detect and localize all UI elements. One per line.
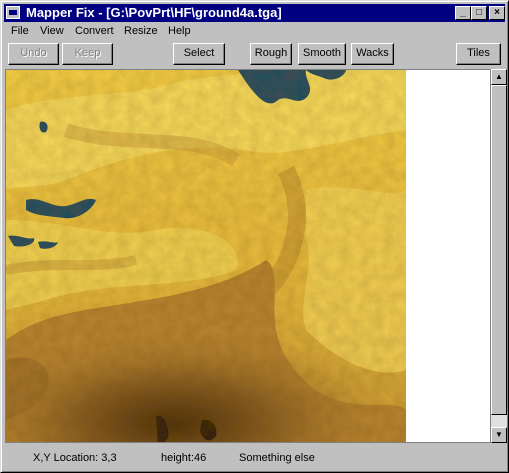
menu-help[interactable]: Help xyxy=(168,24,191,38)
vertical-scrollbar[interactable]: ▲ ▼ xyxy=(491,69,507,443)
scroll-down-icon[interactable]: ▼ xyxy=(491,427,507,443)
menu-view[interactable]: View xyxy=(40,24,64,38)
keep-button[interactable]: Keep xyxy=(62,43,113,65)
tiles-button[interactable]: Tiles xyxy=(456,43,501,65)
app-icon[interactable] xyxy=(6,6,20,19)
menu-resize[interactable]: Resize xyxy=(124,24,158,38)
menu-convert[interactable]: Convert xyxy=(75,24,114,38)
scroll-up-icon[interactable]: ▲ xyxy=(491,69,507,85)
map-canvas-area[interactable] xyxy=(5,69,491,443)
status-location: X,Y Location: 3,3 xyxy=(33,452,117,464)
heightfield-map[interactable] xyxy=(6,70,406,443)
maximize-button[interactable]: □ xyxy=(471,6,487,20)
toolbar: Undo Keep Select Rough Smooth Wacks Tile… xyxy=(1,39,508,69)
window-title: Mapper Fix - [G:\PovPrt\HF\ground4a.tga] xyxy=(26,5,282,20)
status-bar: X,Y Location: 3,3 height:46 Something el… xyxy=(3,447,506,469)
status-extra: Something else xyxy=(239,452,315,464)
app-window: Mapper Fix - [G:\PovPrt\HF\ground4a.tga]… xyxy=(0,0,509,473)
smooth-button[interactable]: Smooth xyxy=(298,43,346,65)
select-button[interactable]: Select xyxy=(173,43,225,65)
rough-button[interactable]: Rough xyxy=(250,43,292,65)
minimize-button[interactable]: _ xyxy=(455,6,471,20)
menu-bar: File View Convert Resize Help xyxy=(4,23,505,39)
undo-button[interactable]: Undo xyxy=(8,43,59,65)
close-button[interactable]: × xyxy=(489,6,505,20)
scroll-thumb[interactable] xyxy=(491,85,507,415)
status-height: height:46 xyxy=(161,452,207,464)
title-bar[interactable]: Mapper Fix - [G:\PovPrt\HF\ground4a.tga]… xyxy=(4,4,505,22)
menu-file[interactable]: File xyxy=(11,24,29,38)
wacks-button[interactable]: Wacks xyxy=(351,43,394,65)
